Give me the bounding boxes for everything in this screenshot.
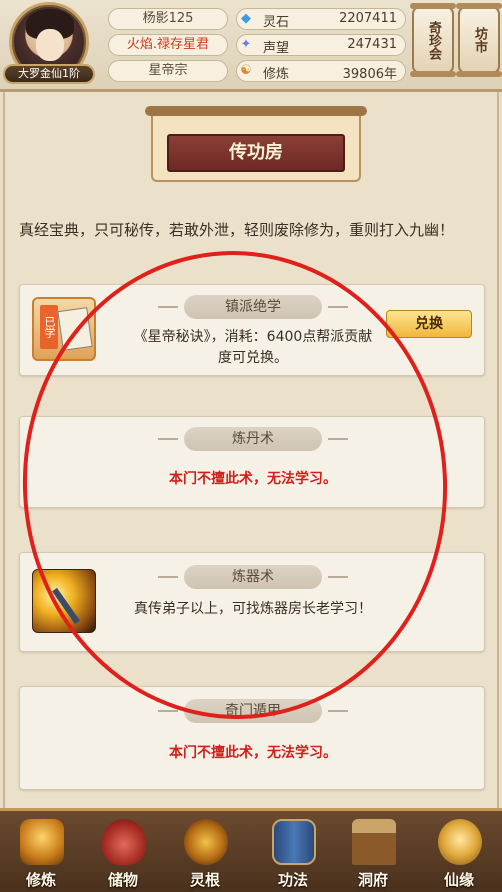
nav-fate[interactable]: 仙缘 — [424, 819, 494, 892]
book-icon — [57, 307, 93, 351]
flying-sword-icon — [32, 569, 96, 633]
player-name: 杨影125 — [108, 8, 228, 30]
skill-description: 真传弟子以上，可找炼器房长老学习！ — [134, 601, 372, 617]
skill-card-sect-technique: 已学 镇派绝学 《星帝秘诀》，消耗：6400点帮派贡献度可兑换。 兑换 — [19, 284, 485, 376]
nav-label: 储物 — [107, 871, 138, 889]
resource-cultivation: ☯ 修炼 39806年 — [236, 60, 406, 82]
spirit-root-icon — [184, 819, 228, 865]
page-title: 传功房 — [167, 134, 345, 172]
cultivate-icon — [20, 819, 64, 865]
nav-label: 洞府 — [357, 871, 388, 889]
resource-value: 39806年 — [342, 67, 397, 82]
skill-description: 《星帝秘诀》，消耗：6400点帮派贡献度可兑换。 — [133, 329, 373, 366]
nav-spirit-root[interactable]: 灵根 — [170, 819, 240, 892]
skill-description: 本门不擅此术，无法学习。 — [169, 745, 337, 761]
skill-card-artifact-refining: 炼器术 真传弟子以上，可找炼器房长老学习！ — [19, 552, 485, 652]
learned-badge: 已学 — [40, 305, 58, 349]
nav-label: 灵根 — [189, 871, 220, 889]
nav-label: 功法 — [277, 871, 308, 889]
skill-description: 本门不擅此术，无法学习。 — [169, 471, 337, 487]
resource-label: 声望 — [263, 41, 290, 56]
skill-title: 镇派绝学 — [158, 295, 348, 319]
market-button[interactable]: 坊市 — [456, 3, 502, 77]
main-panel: 传功房 真经宝典，只可秘传，若敢外泄，轻则废除修为，重则打入九幽！ 已学 镇派绝… — [3, 92, 499, 808]
nav-cultivate[interactable]: 修炼 — [6, 819, 76, 892]
resource-reputation: ✦ 声望 247431 — [236, 34, 406, 56]
player-title: 火焰.禄存星君 — [108, 34, 228, 56]
storage-bag-icon — [102, 819, 146, 865]
nav-label: 仙缘 — [443, 871, 474, 889]
reputation-icon: ✦ — [240, 37, 252, 52]
cave-house-icon — [352, 819, 396, 865]
top-status-bar: 大罗金仙1阶 杨影125 火焰.禄存星君 星帝宗 ◆ 灵石 2207411 ✦ … — [0, 0, 502, 92]
nav-technique[interactable]: 功法 — [258, 819, 328, 892]
skill-title: 奇门遁甲 — [158, 699, 348, 723]
skill-title: 炼器术 — [158, 565, 348, 589]
intro-text: 真经宝典，只可秘传，若敢外泄，轻则废除修为，重则打入九幽！ — [19, 221, 455, 239]
treasure-fair-button[interactable]: 奇珍会 — [410, 3, 456, 77]
nav-cave-house[interactable]: 洞府 — [338, 819, 408, 892]
resource-value: 2207411 — [339, 11, 397, 26]
fate-icon — [438, 819, 482, 865]
spirit-stone-icon: ◆ — [241, 11, 251, 26]
exchange-button[interactable]: 兑换 — [386, 310, 472, 338]
sword-blade-icon — [52, 587, 80, 625]
avatar-face — [36, 29, 64, 61]
resource-label: 修炼 — [263, 67, 290, 82]
nav-label: 修炼 — [25, 871, 56, 889]
skill-title: 炼丹术 — [158, 427, 348, 451]
resource-spirit-stone: ◆ 灵石 2207411 — [236, 8, 406, 30]
page-banner: 传功房 — [145, 106, 367, 182]
resource-label: 灵石 — [263, 15, 290, 30]
nav-storage[interactable]: 储物 — [88, 819, 158, 892]
banner-rod — [145, 106, 367, 116]
skill-card-qimen-dunjia: 奇门遁甲 本门不擅此术，无法学习。 — [19, 686, 485, 790]
skill-card-alchemy: 炼丹术 本门不擅此术，无法学习。 — [19, 416, 485, 508]
rank-badge: 大罗金仙1阶 — [3, 64, 95, 84]
resource-value: 247431 — [347, 37, 397, 52]
bottom-navigation: 修炼 储物 灵根 功法 洞府 仙缘 — [0, 808, 502, 892]
cultivation-icon: ☯ — [240, 63, 252, 78]
technique-scroll-icon: 已学 — [32, 297, 96, 361]
player-sect: 星帝宗 — [108, 60, 228, 82]
technique-book-icon — [272, 819, 316, 865]
